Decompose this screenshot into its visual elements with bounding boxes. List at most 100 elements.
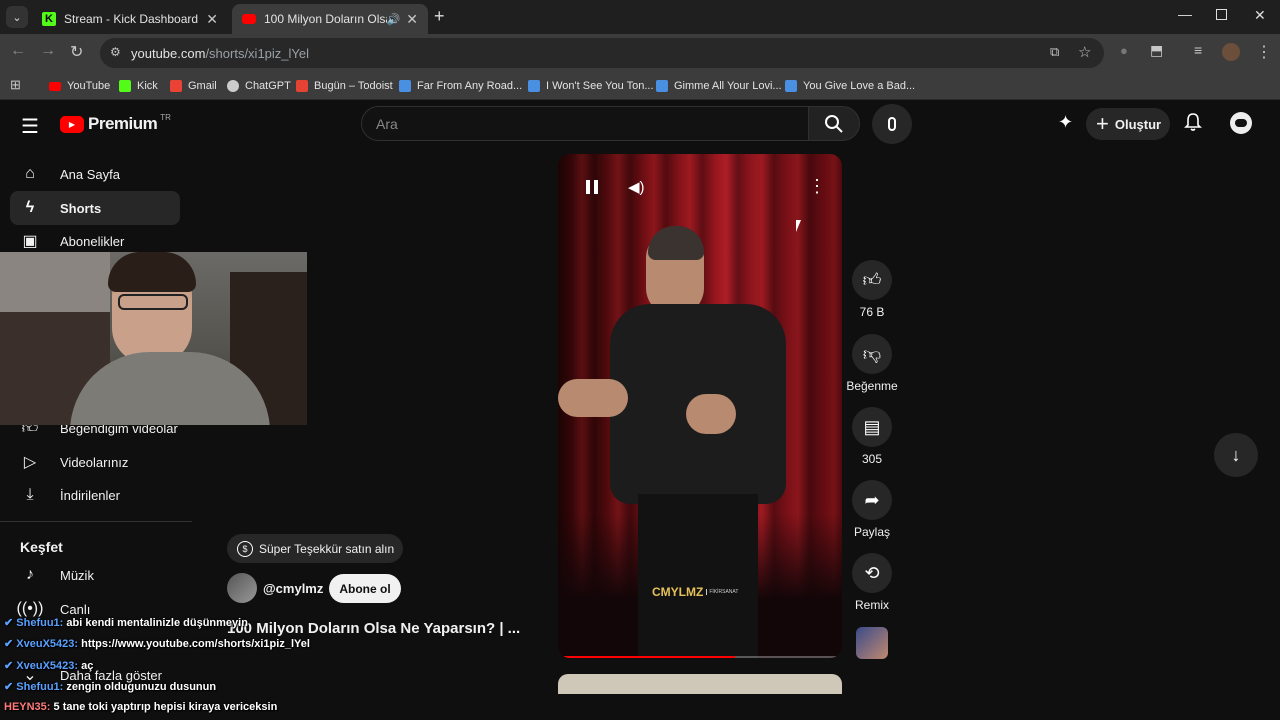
subscribe-button[interactable]: Abone ol — [329, 574, 401, 603]
bookmark-label: Gmail — [188, 80, 217, 92]
apps-grid-icon[interactable]: ⊞ — [10, 77, 21, 93]
performer-arm — [558, 379, 628, 417]
streamer-hair — [108, 252, 196, 292]
create-button[interactable]: + Oluştur — [1086, 108, 1170, 140]
bookmark-label: Gimme All Your Lovi... — [674, 80, 782, 92]
bookmark-gmail[interactable]: Gmail — [170, 77, 217, 95]
kick-icon — [119, 80, 131, 92]
address-bar[interactable]: ⚙ youtube.com/shorts/xi1piz_lYel ⧉ ☆ — [100, 38, 1104, 68]
profile-avatar[interactable] — [1222, 43, 1240, 61]
webcam-overlay — [0, 252, 307, 425]
sidebar-item-label: Ana Sayfa — [60, 166, 120, 182]
new-tab-button[interactable]: + — [434, 6, 445, 27]
youtube-play-logo-icon: ▶ — [60, 115, 84, 133]
media-control-icon[interactable]: ≡ — [1194, 42, 1202, 58]
close-window-icon[interactable]: ✕ — [1254, 7, 1266, 24]
chat-text: aç — [81, 660, 94, 672]
next-short-preview[interactable] — [558, 674, 842, 694]
music-icon — [656, 80, 668, 92]
bookmark-chatgpt[interactable]: ChatGPT — [227, 77, 291, 95]
share-button[interactable]: ➦ — [852, 480, 892, 520]
music-icon — [785, 80, 797, 92]
sidebar-item-your-videos[interactable]: ▷ Videolarınız — [10, 445, 180, 479]
remix-button[interactable]: ⟲ — [852, 553, 892, 593]
channel-handle[interactable]: @cmylmz — [263, 581, 323, 596]
volume-icon[interactable]: ◀) — [628, 178, 645, 196]
tab-search-button[interactable]: ⌄ — [6, 6, 28, 28]
like-button[interactable]: 👍︎ — [852, 260, 892, 300]
search-input[interactable]: Ara — [376, 116, 398, 132]
sidebar-item-label: Shorts — [60, 200, 102, 216]
sidebar-item-downloads[interactable]: ⤓ İndirilenler — [10, 478, 180, 512]
bookmark-star-icon[interactable]: ☆ — [1078, 43, 1091, 61]
bookmark-far-from-any-road[interactable]: Far From Any Road... — [399, 77, 522, 95]
bookmark-label: Kick — [137, 80, 158, 92]
dislike-button[interactable]: 👎︎ — [852, 334, 892, 374]
subscribe-label: Abone ol — [339, 581, 391, 596]
site-info-icon[interactable]: ⚙ — [110, 45, 121, 59]
pause-icon[interactable] — [586, 180, 598, 194]
tab-kick-dashboard[interactable]: K Stream - Kick Dashboard ✕ — [32, 4, 228, 34]
url-text: youtube.com/shorts/xi1piz_lYel — [131, 46, 309, 61]
tab-youtube-active[interactable]: 100 Milyon Doların Olsa Ne 🔊 ✕ — [232, 4, 428, 34]
bookmark-youtube[interactable]: YouTube — [49, 77, 110, 95]
audio-playing-icon[interactable]: 🔊 — [387, 13, 401, 26]
channel-avatar[interactable] — [227, 573, 257, 603]
music-note-icon: ♪ — [26, 566, 34, 583]
browser-menu-icon[interactable]: ⋮ — [1256, 42, 1272, 62]
music-icon — [528, 80, 540, 92]
sidebar-item-shorts[interactable]: ϟ Shorts — [10, 191, 180, 225]
chat-message: ✔ XveuX5423: https://www.youtube.com/sho… — [4, 637, 310, 650]
comment-count: 305 — [861, 452, 883, 466]
bookmark-you-give-love[interactable]: You Give Love a Bad... — [785, 77, 915, 95]
close-tab-icon[interactable]: ✕ — [406, 11, 418, 28]
minimize-window-icon[interactable]: — — [1178, 6, 1192, 22]
logo-region: TR — [160, 112, 171, 122]
sidebar-item-music[interactable]: ♪ Müzik — [10, 558, 180, 592]
install-app-icon[interactable]: ⧉ — [1050, 44, 1059, 60]
search-icon — [825, 114, 843, 133]
comments-button[interactable]: ▤ — [852, 407, 892, 447]
voice-search-button[interactable] — [872, 104, 912, 144]
reload-icon[interactable]: ↻ — [70, 42, 83, 62]
super-thanks-button[interactable]: $ Süper Teşekkür satın alın — [227, 534, 403, 563]
forward-arrow-icon[interactable]: → — [40, 42, 56, 60]
home-icon: ⌂ — [25, 165, 35, 182]
more-options-icon[interactable]: ⋮ — [808, 176, 826, 197]
gemini-sparkle-icon[interactable]: ✦ — [1058, 112, 1073, 133]
share-label: Paylaş — [853, 525, 891, 539]
notifications-bell-icon[interactable] — [1184, 112, 1202, 132]
chatgpt-icon — [227, 80, 239, 92]
extensions-puzzle-icon[interactable]: ⬒ — [1150, 42, 1163, 59]
bookmark-label: ChatGPT — [245, 80, 291, 92]
sidebar-item-home[interactable]: ⌂ Ana Sayfa — [10, 157, 180, 191]
chat-username: XveuX5423: — [16, 638, 79, 650]
progress-track[interactable] — [564, 656, 836, 658]
search-button[interactable] — [808, 106, 860, 141]
extension-icon[interactable]: ● — [1120, 43, 1128, 58]
bookmark-i-wont-see-you[interactable]: I Won't See You Ton... — [528, 77, 654, 95]
next-short-button[interactable]: ↓ — [1214, 433, 1258, 477]
short-title[interactable]: 100 Milyon Doların Olsa Ne Yaparsın? | .… — [227, 620, 520, 637]
hamburger-menu-icon[interactable]: ☰ — [21, 114, 39, 139]
bookmark-label: I Won't See You Ton... — [546, 80, 654, 92]
remix-icon: ⟲ — [864, 562, 880, 583]
bookmark-todoist[interactable]: Bugün – Todoist — [296, 77, 393, 95]
chat-message: ✔ XveuX5423: aç — [4, 659, 93, 672]
youtube-premium-logo[interactable]: ▶ Premium TR — [60, 112, 171, 134]
search-box[interactable]: Ara — [361, 106, 809, 141]
chat-message: ✔ Shefuu1: zengin oldugunuzu dusunun — [4, 680, 216, 693]
performer-hand — [686, 394, 736, 434]
back-arrow-icon[interactable]: ← — [10, 42, 26, 60]
sidebar-item-label: Abonelikler — [60, 233, 125, 249]
close-tab-icon[interactable]: ✕ — [206, 11, 218, 28]
account-avatar[interactable] — [1230, 112, 1252, 134]
your-videos-icon: ▷ — [23, 454, 37, 471]
bookmark-kick[interactable]: Kick — [119, 77, 158, 95]
remix-label: Remix — [854, 598, 889, 612]
sound-thumbnail[interactable] — [856, 627, 888, 659]
maximize-window-icon[interactable] — [1216, 9, 1227, 20]
bookmark-gimme-all-your-lovin[interactable]: Gimme All Your Lovi... — [656, 77, 782, 95]
mouse-cursor — [796, 220, 801, 232]
chat-message: ✔ Shefuu1: abi kendi mentalinizle düşünm… — [4, 616, 248, 629]
